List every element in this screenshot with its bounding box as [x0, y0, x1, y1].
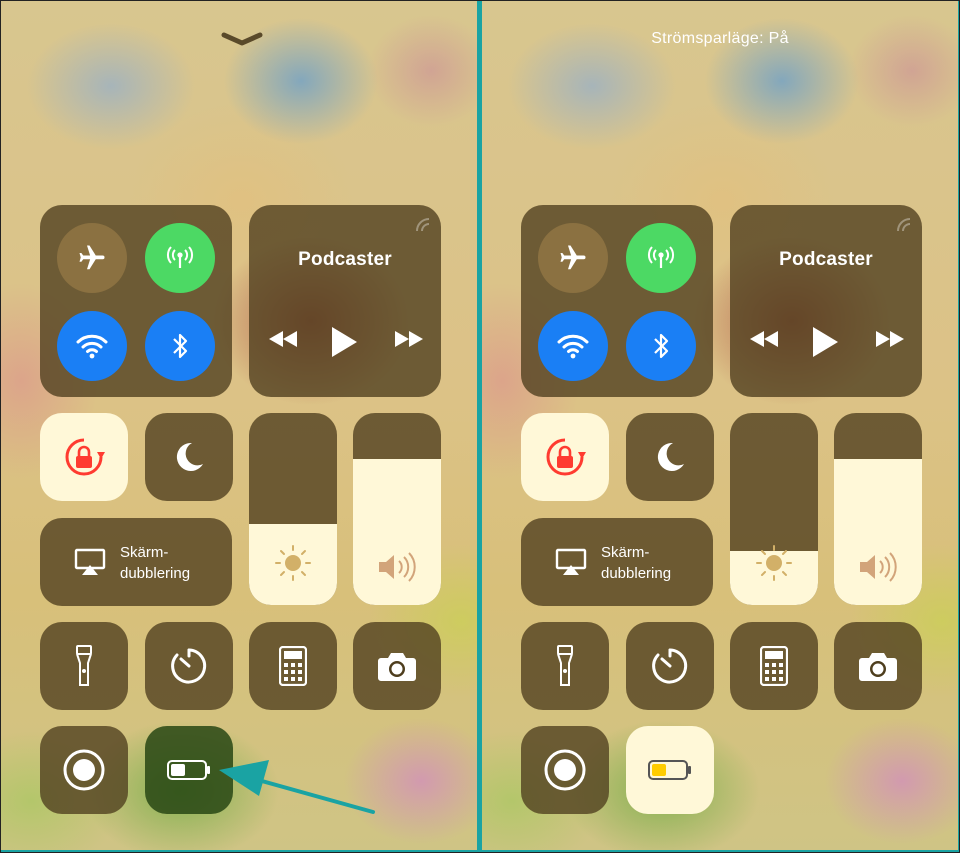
timer-icon	[171, 648, 207, 684]
airplane-mode-toggle[interactable]	[57, 223, 127, 293]
connectivity-module	[40, 205, 232, 397]
play-icon[interactable]	[810, 325, 840, 359]
screen-mirroring-icon	[74, 548, 106, 575]
wifi-icon	[557, 334, 589, 359]
calculator-icon	[279, 646, 307, 686]
screen-mirroring-label-line2: dubblering	[120, 565, 191, 582]
low-power-mode-button[interactable]	[626, 726, 714, 814]
screen-mirroring-label-line1: Skärm-	[120, 544, 169, 561]
camera-button[interactable]	[353, 622, 441, 710]
wifi-icon	[76, 334, 108, 359]
screen-mirroring-button[interactable]: Skärm- dubblering	[40, 518, 232, 606]
calculator-button[interactable]	[730, 622, 818, 710]
battery-icon	[648, 760, 691, 780]
wifi-toggle[interactable]	[57, 311, 127, 381]
music-module[interactable]: Podcaster	[249, 205, 441, 397]
camera-icon	[859, 653, 897, 681]
bluetooth-icon	[173, 333, 188, 359]
airplay-audio-icon[interactable]	[413, 215, 431, 233]
now-playing-title: Podcaster	[298, 249, 392, 270]
bluetooth-icon	[654, 333, 669, 359]
volume-slider[interactable]	[834, 413, 922, 605]
timer-icon	[652, 648, 688, 684]
rotation-lock-toggle[interactable]	[521, 413, 609, 501]
flashlight-icon	[557, 645, 573, 686]
screen-mirroring-label: Skärm- dubblering	[601, 542, 671, 584]
volume-slider[interactable]	[353, 413, 441, 605]
bluetooth-toggle[interactable]	[626, 311, 696, 381]
airplane-icon	[79, 245, 105, 270]
volume-level-fill	[353, 459, 441, 605]
speaker-icon	[379, 552, 416, 582]
low-power-status-text: Strömsparläge: På	[651, 30, 789, 47]
rotation-lock-icon	[65, 438, 105, 476]
screen-mirroring-label: Skärm- dubblering	[120, 542, 190, 584]
sun-icon	[756, 545, 792, 581]
sun-icon	[275, 545, 311, 581]
rewind-icon[interactable]	[267, 329, 299, 349]
rotation-lock-toggle[interactable]	[40, 413, 128, 501]
annotation-arrow	[219, 760, 375, 814]
fast-forward-icon[interactable]	[393, 329, 425, 349]
timer-button[interactable]	[626, 622, 714, 710]
rotation-lock-icon	[546, 438, 586, 476]
play-icon[interactable]	[329, 325, 359, 359]
cellular-data-toggle[interactable]	[626, 223, 696, 293]
camera-button[interactable]	[834, 622, 922, 710]
battery-icon	[167, 760, 210, 780]
airplane-icon	[560, 245, 586, 270]
camera-icon	[378, 653, 416, 681]
moon-icon	[176, 442, 203, 471]
rewind-icon[interactable]	[748, 329, 780, 349]
screen-record-icon	[544, 749, 586, 791]
brightness-slider[interactable]	[249, 413, 337, 605]
airplay-audio-icon[interactable]	[894, 215, 912, 233]
screen-mirroring-icon	[555, 548, 587, 575]
do-not-disturb-toggle[interactable]	[626, 413, 714, 501]
calculator-button[interactable]	[249, 622, 337, 710]
control-center-before: Podcaster Skärm- dubblering	[1, 1, 477, 850]
control-center-after: Strömsparläge: På Podcaster Skärm- dubbl…	[482, 1, 958, 850]
timer-button[interactable]	[145, 622, 233, 710]
chevron-down-icon[interactable]	[221, 31, 263, 47]
connectivity-module	[521, 205, 713, 397]
bluetooth-toggle[interactable]	[145, 311, 215, 381]
music-module[interactable]: Podcaster	[730, 205, 922, 397]
screen-record-icon	[63, 749, 105, 791]
moon-icon	[657, 442, 684, 471]
volume-level-fill	[834, 459, 922, 605]
flashlight-icon	[76, 645, 92, 686]
wifi-toggle[interactable]	[538, 311, 608, 381]
screen-mirroring-label-line2: dubblering	[601, 565, 672, 582]
cellular-antenna-icon	[648, 246, 674, 268]
cellular-antenna-icon	[167, 246, 193, 268]
screen-record-button[interactable]	[40, 726, 128, 814]
cellular-data-toggle[interactable]	[145, 223, 215, 293]
brightness-slider[interactable]	[730, 413, 818, 605]
screen-mirroring-label-line1: Skärm-	[601, 544, 650, 561]
calculator-icon	[760, 646, 788, 686]
now-playing-title: Podcaster	[779, 249, 873, 270]
do-not-disturb-toggle[interactable]	[145, 413, 233, 501]
speaker-icon	[860, 552, 897, 582]
screen-record-button[interactable]	[521, 726, 609, 814]
flashlight-button[interactable]	[521, 622, 609, 710]
screen-mirroring-button[interactable]: Skärm- dubblering	[521, 518, 713, 606]
airplane-mode-toggle[interactable]	[538, 223, 608, 293]
flashlight-button[interactable]	[40, 622, 128, 710]
fast-forward-icon[interactable]	[874, 329, 906, 349]
